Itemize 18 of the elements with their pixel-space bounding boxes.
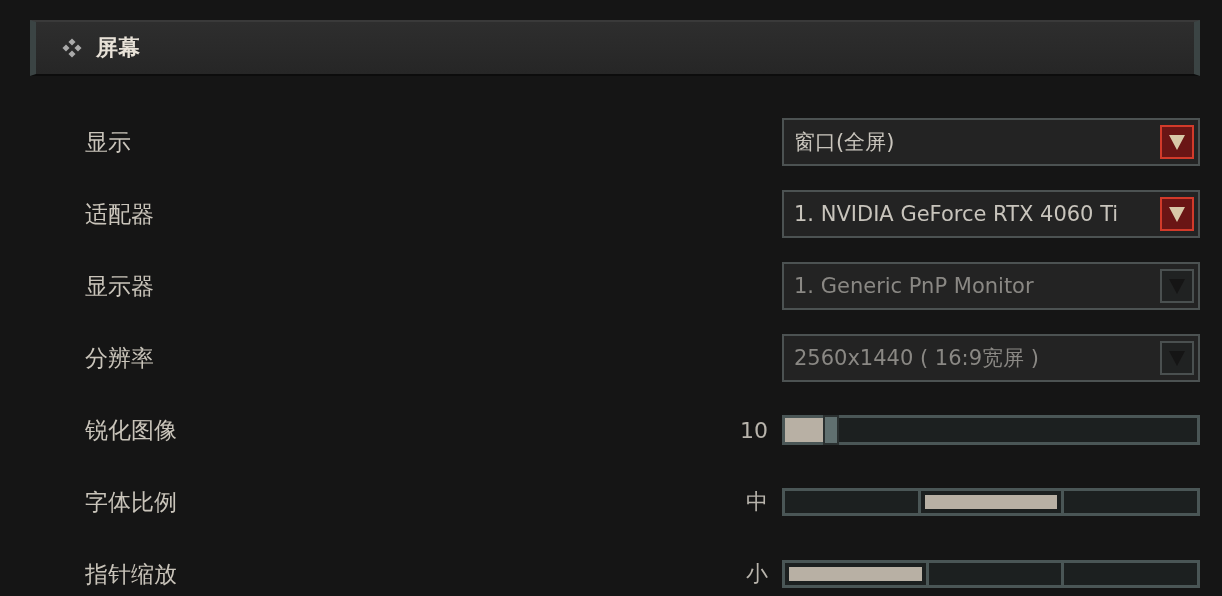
section-title: 屏幕 (96, 33, 140, 62)
option-value: 中 (746, 488, 768, 516)
setting-label: 锐化图像 (85, 415, 178, 445)
dropdown[interactable]: 窗口(全屏) (782, 118, 1200, 166)
setting-label: 适配器 (85, 199, 155, 229)
setting-label: 指针缩放 (85, 559, 178, 589)
setting-label: 分辨率 (85, 343, 155, 373)
setting-label: 字体比例 (85, 487, 178, 517)
setting-label: 显示器 (85, 271, 155, 301)
slider-track[interactable] (782, 415, 1200, 445)
slider-handle[interactable] (823, 415, 840, 445)
option-segment[interactable] (785, 563, 926, 585)
diamond-icon (62, 38, 82, 58)
option-segment[interactable] (920, 491, 1062, 513)
setting-label: 显示 (85, 127, 132, 157)
dropdown[interactable]: 1. NVIDIA GeForce RTX 4060 Ti (782, 190, 1200, 238)
option-value: 小 (746, 560, 768, 588)
slider-value: 10 (740, 417, 768, 443)
